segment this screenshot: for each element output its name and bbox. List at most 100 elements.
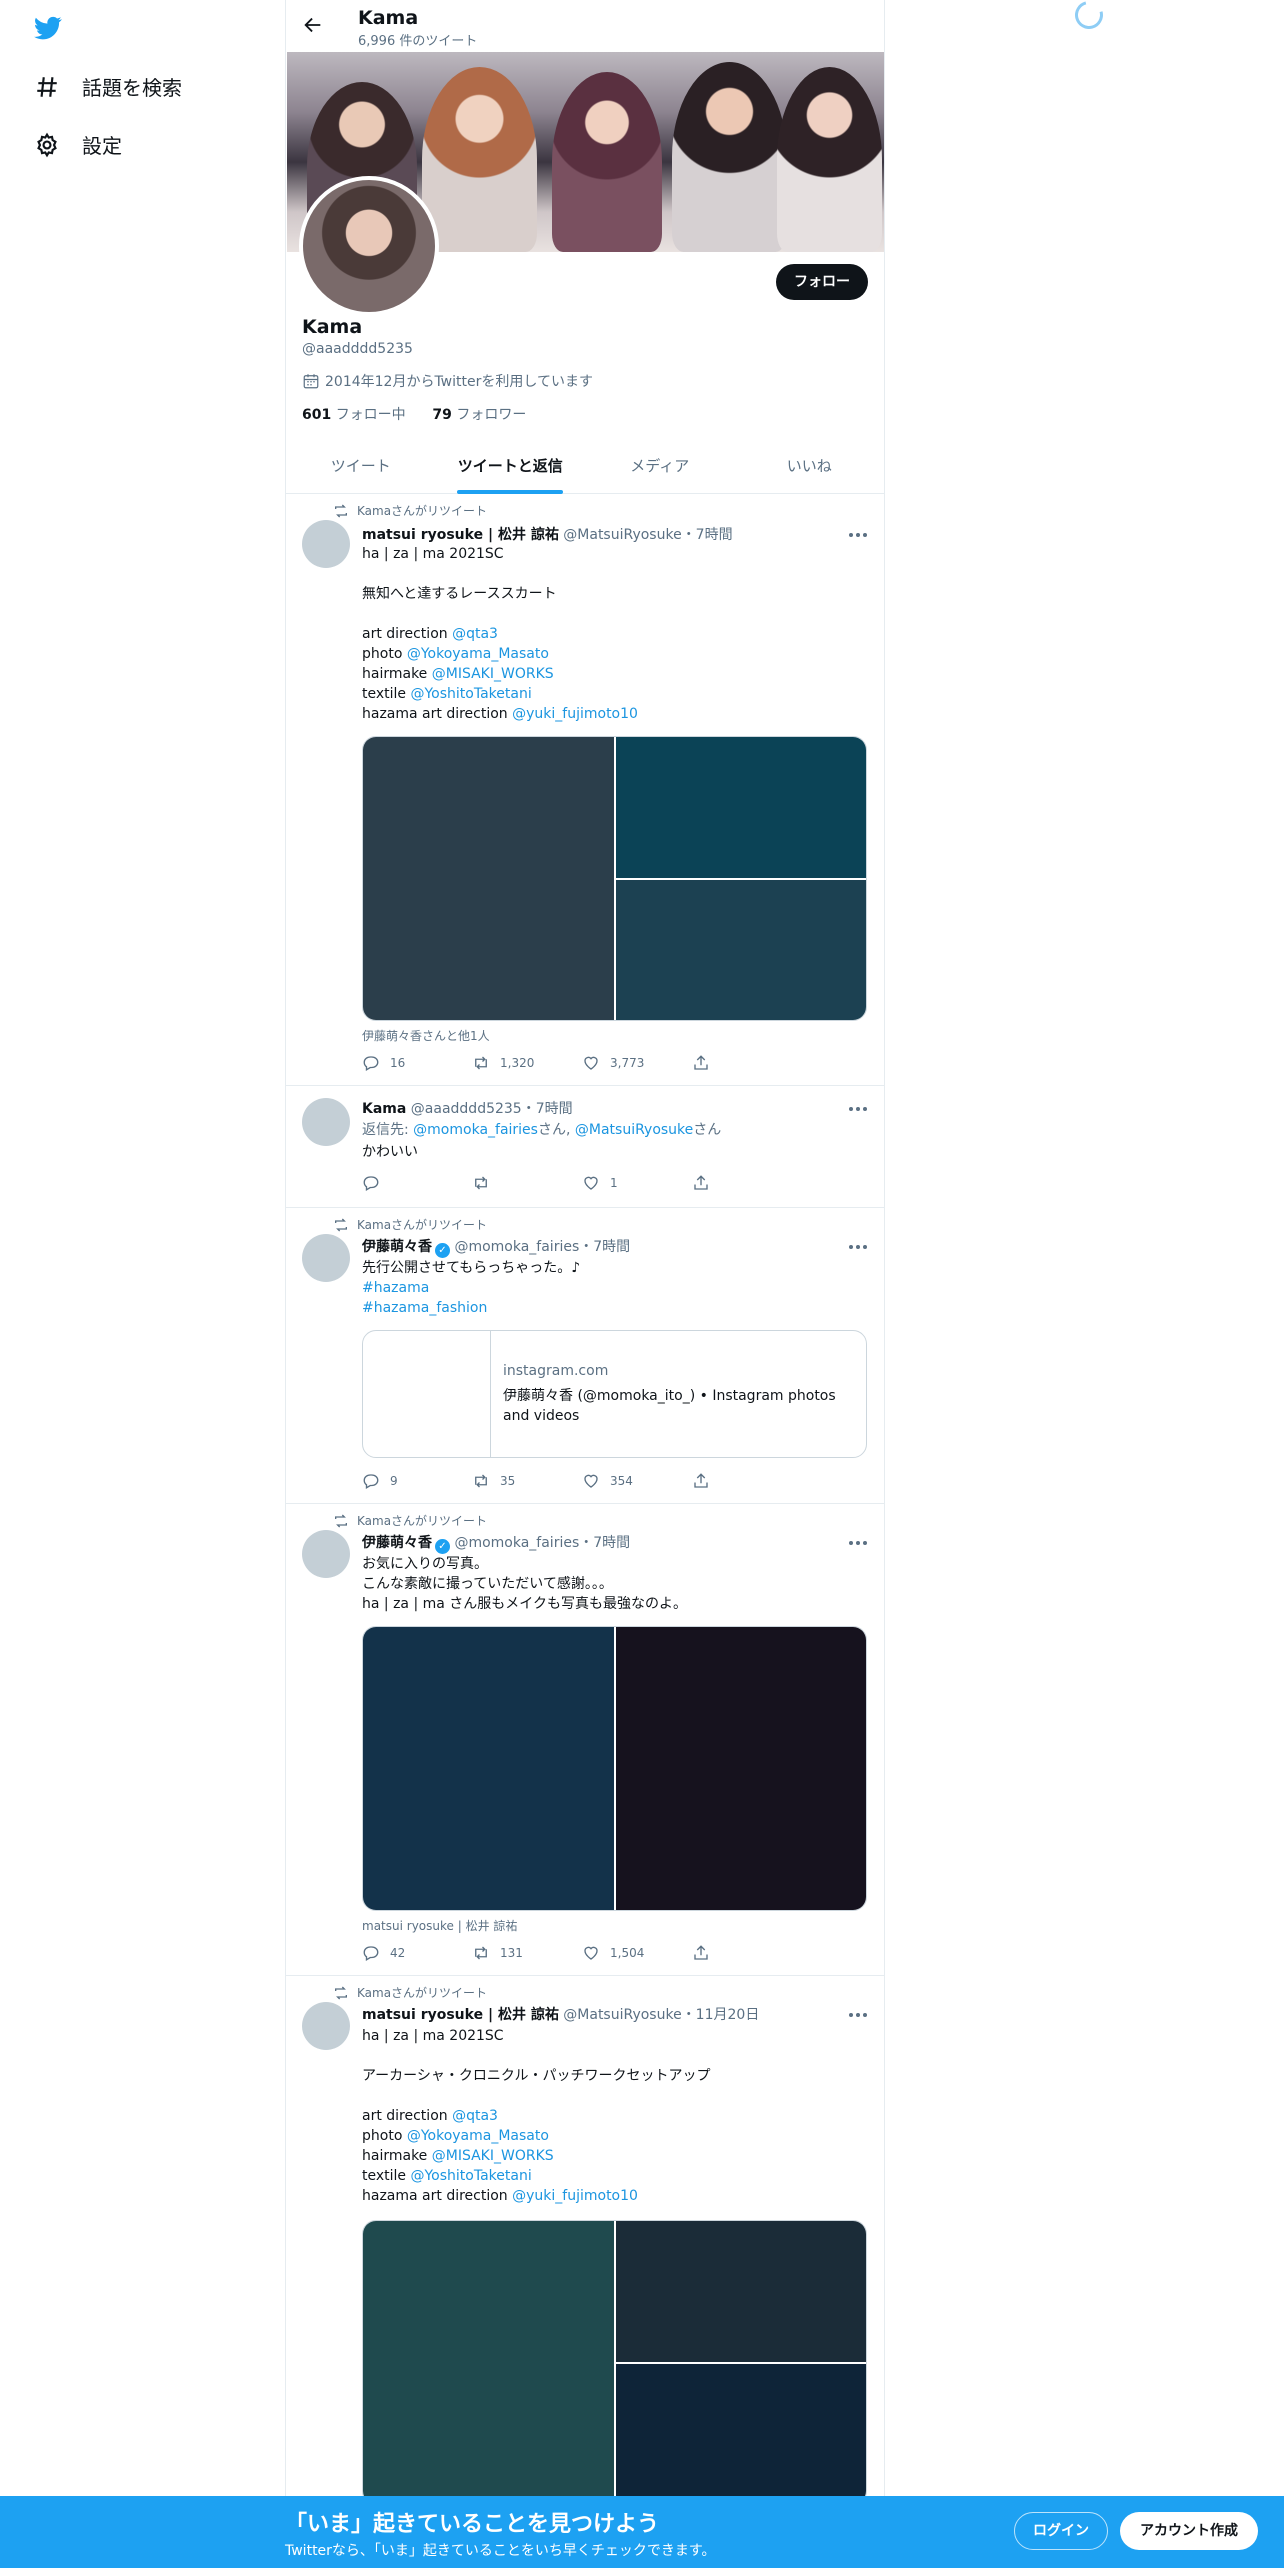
hashtag-link[interactable]: #hazama — [362, 1278, 867, 1298]
more-options-icon[interactable] — [848, 2012, 868, 2018]
sidebar-item-explore[interactable]: 話題を検索 — [34, 72, 182, 101]
media-tagged-users[interactable]: 伊藤萌々香さんと他1人 — [362, 1027, 490, 1044]
author-handle[interactable]: @MatsuiRyosuke — [563, 527, 681, 543]
tab-tweets-and-replies[interactable]: ツイートと返信 — [436, 440, 586, 493]
retweet-button[interactable]: 131 — [472, 1944, 582, 1962]
heart-icon — [584, 1056, 598, 1070]
profile-stats: 601 フォロー中 79 フォロワー — [302, 404, 526, 424]
mention-link[interactable]: @yuki_fujimoto10 — [512, 706, 638, 722]
retweet-button[interactable]: 1,320 — [472, 1054, 582, 1072]
author-name[interactable]: matsui ryosuke | 松井 諒祐 — [362, 2007, 559, 2023]
login-button[interactable]: ログイン — [1014, 2512, 1108, 2550]
avatar[interactable] — [302, 1234, 350, 1282]
avatar[interactable] — [302, 1098, 350, 1146]
retweet-button[interactable]: 35 — [472, 1472, 582, 1490]
tweet-media[interactable] — [362, 2220, 867, 2505]
followers-link[interactable]: 79 フォロワー — [432, 407, 526, 423]
sidebar-item-label: 設定 — [82, 134, 122, 158]
mention-link[interactable]: @qta3 — [452, 2108, 498, 2124]
author-name[interactable]: 伊藤萌々香 — [362, 1535, 432, 1551]
tweet-time[interactable]: ・7時間 — [522, 1101, 573, 1117]
following-link[interactable]: 601 フォロー中 — [302, 407, 406, 423]
share-button[interactable] — [692, 1944, 802, 1962]
more-options-icon[interactable] — [848, 1540, 868, 1546]
tweet-time[interactable]: ・7時間 — [579, 1239, 630, 1255]
author-handle[interactable]: @aaadddd5235 — [411, 1101, 522, 1117]
author-handle[interactable]: @MatsuiRyosuke — [563, 2007, 681, 2023]
more-options-icon[interactable] — [848, 1106, 868, 1112]
share-button[interactable] — [692, 1174, 802, 1192]
avatar[interactable] — [302, 520, 350, 568]
like-button[interactable]: 1,504 — [582, 1944, 692, 1962]
profile-avatar[interactable] — [299, 176, 439, 316]
signup-button[interactable]: アカウント作成 — [1120, 2512, 1258, 2550]
tweet-time[interactable]: ・7時間 — [579, 1535, 630, 1551]
follow-button[interactable]: フォロー — [776, 264, 868, 300]
mention-link[interactable]: @MISAKI_WORKS — [432, 666, 554, 682]
tab-media[interactable]: メディア — [585, 440, 735, 493]
profile-tabs: ツイート ツイートと返信 メディア いいね — [286, 440, 884, 494]
tweet-actions: 42 131 1,504 — [362, 1944, 802, 1962]
mention-link[interactable]: @MatsuiRyosuke — [575, 1122, 693, 1138]
media-image[interactable] — [616, 737, 866, 878]
reply-button[interactable]: 9 — [362, 1472, 472, 1490]
reply-button[interactable] — [362, 1174, 472, 1192]
mention-link[interactable]: @MISAKI_WORKS — [432, 2148, 554, 2164]
twitter-logo-icon[interactable] — [32, 14, 64, 42]
mention-link[interactable]: @yuki_fujimoto10 — [512, 2188, 638, 2204]
avatar[interactable] — [302, 2002, 350, 2050]
mention-link[interactable]: @Yokoyama_Masato — [407, 2128, 549, 2144]
media-image[interactable] — [363, 737, 614, 1020]
tweet[interactable]: Kama @aaadddd5235・7時間 返信先: @momoka_fairi… — [286, 1086, 884, 1208]
share-button[interactable] — [692, 1054, 802, 1072]
like-button[interactable]: 3,773 — [582, 1054, 692, 1072]
author-name[interactable]: 伊藤萌々香 — [362, 1239, 432, 1255]
hashtag-link[interactable]: #hazama_fashion — [362, 1298, 867, 1318]
mention-link[interactable]: @momoka_fairies — [413, 1122, 538, 1138]
tab-tweets[interactable]: ツイート — [286, 440, 436, 493]
tab-likes[interactable]: いいね — [735, 440, 885, 493]
media-image[interactable] — [616, 2364, 866, 2504]
retweet-indicator: Kamaさんがリツイート — [333, 1512, 487, 1529]
tweet[interactable]: Kamaさんがリツイート 伊藤萌々香 ✓ @momoka_fairies・7時間 … — [286, 1504, 884, 1976]
mention-link[interactable]: @YoshitoTaketani — [410, 686, 531, 702]
tweet[interactable]: Kamaさんがリツイート matsui ryosuke | 松井 諒祐 @Mat… — [286, 1976, 884, 2568]
author-handle[interactable]: @momoka_fairies — [454, 1535, 579, 1551]
reply-button[interactable]: 42 — [362, 1944, 472, 1962]
sidebar-item-settings[interactable]: 設定 — [34, 130, 122, 159]
media-tagged-users[interactable]: matsui ryosuke | 松井 諒祐 — [362, 1917, 517, 1934]
tweet-media[interactable] — [362, 736, 867, 1021]
tweet-header: Kama @aaadddd5235・7時間 — [362, 1098, 573, 1118]
tweet-text: ha | za | ma 2021SC 無知へと達するレーススカート art d… — [362, 546, 638, 722]
reply-button[interactable]: 16 — [362, 1054, 472, 1072]
link-card[interactable]: instagram.com 伊藤萌々香 (@momoka_ito_) • Ins… — [362, 1330, 867, 1458]
share-button[interactable] — [692, 1472, 802, 1490]
mention-link[interactable]: @Yokoyama_Masato — [407, 646, 549, 662]
like-button[interactable]: 354 — [582, 1472, 692, 1490]
more-options-icon[interactable] — [848, 1244, 868, 1250]
tweet-time[interactable]: ・7時間 — [682, 527, 733, 543]
back-arrow-icon[interactable] — [302, 14, 324, 36]
mention-link[interactable]: @YoshitoTaketani — [410, 2168, 531, 2184]
tweet[interactable]: Kamaさんがリツイート matsui ryosuke | 松井 諒祐 @Mat… — [286, 494, 884, 1086]
media-image[interactable] — [363, 2221, 614, 2504]
tweet-media[interactable] — [362, 1626, 867, 1911]
mention-link[interactable]: @qta3 — [452, 626, 498, 642]
tweet-text: ha | za | ma 2021SC アーカーシャ・クロニクル・パッチワークセ… — [362, 2028, 711, 2204]
media-image[interactable] — [616, 2221, 866, 2362]
tweet[interactable]: Kamaさんがリツイート 伊藤萌々香 ✓ @momoka_fairies・7時間 … — [286, 1208, 884, 1504]
reply-icon — [363, 1474, 379, 1489]
like-button[interactable]: 1 — [582, 1174, 692, 1192]
author-handle[interactable]: @momoka_fairies — [454, 1239, 579, 1255]
tweet-actions: 9 35 354 — [362, 1472, 802, 1490]
author-name[interactable]: Kama — [362, 1101, 406, 1117]
tweet-time[interactable]: ・11月20日 — [682, 2007, 760, 2023]
avatar[interactable] — [302, 1530, 350, 1578]
tweet-header: matsui ryosuke | 松井 諒祐 @MatsuiRyosuke・11… — [362, 2004, 759, 2024]
media-image[interactable] — [616, 880, 866, 1020]
media-image[interactable] — [363, 1627, 614, 1910]
retweet-button[interactable] — [472, 1174, 582, 1192]
media-image[interactable] — [616, 1627, 866, 1910]
author-name[interactable]: matsui ryosuke | 松井 諒祐 — [362, 527, 559, 543]
more-options-icon[interactable] — [848, 532, 868, 538]
